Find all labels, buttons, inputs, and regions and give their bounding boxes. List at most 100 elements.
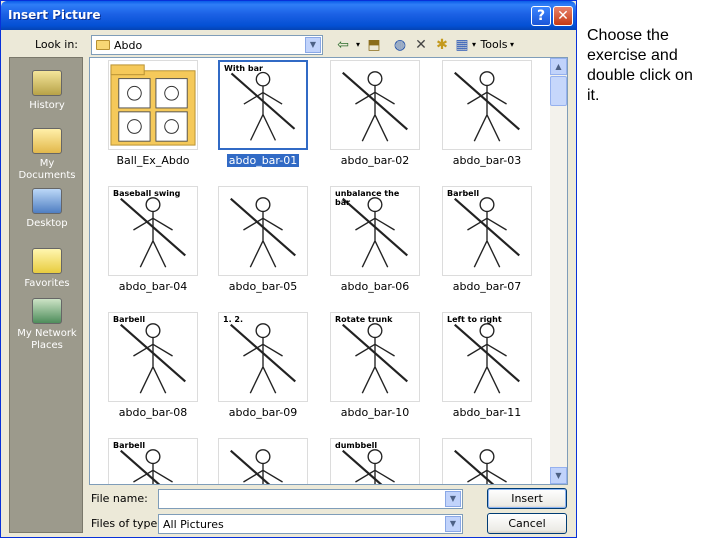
file-item[interactable]: Baseball swing abdo_bar-04 (98, 184, 198, 302)
file-item[interactable]: With bar abdo_bar-01 (208, 58, 308, 176)
help-button[interactable]: ? (531, 6, 551, 26)
file-name-field[interactable]: ▼ (158, 489, 463, 509)
tools-menu[interactable]: Tools (477, 35, 511, 55)
network-places-icon (32, 298, 62, 324)
thumbnail-caption: Rotate trunk (335, 315, 393, 324)
chevron-down-icon[interactable]: ▼ (445, 516, 461, 532)
place-my-documents[interactable]: My Documents (10, 128, 84, 182)
favorites-icon (32, 248, 62, 274)
chevron-down-icon[interactable]: ▼ (305, 37, 321, 53)
search-web-icon[interactable]: ◍ (389, 35, 411, 55)
image-thumbnail (218, 186, 308, 276)
chevron-down-icon[interactable]: ▼ (445, 491, 461, 507)
image-thumbnail: Barbell (442, 186, 532, 276)
image-thumbnail: Left to right (442, 312, 532, 402)
file-label: abdo_bar-04 (118, 280, 188, 293)
file-label: abdo_bar-02 (340, 154, 410, 167)
thumbnail-caption: unbalance the bar (335, 189, 400, 207)
thumbnail-caption: dumbbell (335, 441, 378, 450)
insert-picture-dialog: Insert Picture ? ✕ Look in: Abdo ▼ ⇦ ▾ ⬒… (0, 0, 577, 538)
file-label: abdo_bar-03 (452, 154, 522, 167)
thumbnail-caption: With bar (224, 64, 263, 73)
file-label: abdo_bar-10 (340, 406, 410, 419)
image-thumbnail (442, 438, 532, 484)
insert-button[interactable]: Insert (487, 488, 567, 509)
thumbnail-caption: 1. 2. (223, 315, 243, 324)
file-item[interactable]: abdo_bar-05 (208, 184, 308, 302)
back-arrow-icon[interactable]: ⇦ (331, 35, 355, 55)
file-item[interactable]: Rotate trunk abdo_bar-10 (320, 310, 420, 428)
my-documents-icon (32, 128, 62, 154)
thumbnail-caption: Barbell (113, 441, 146, 450)
file-name-label: File name: (91, 492, 148, 505)
close-button[interactable]: ✕ (553, 6, 573, 26)
file-label: abdo_bar-11 (452, 406, 522, 419)
scroll-down-icon[interactable]: ▼ (550, 467, 567, 484)
title-bar[interactable]: Insert Picture ? ✕ (1, 1, 576, 30)
cancel-button[interactable]: Cancel (487, 513, 567, 534)
image-thumbnail (218, 438, 308, 484)
look-in-value: Abdo (114, 39, 143, 52)
file-label: abdo_bar-09 (228, 406, 298, 419)
place-label: Desktop (26, 218, 68, 229)
up-folder-icon[interactable]: ⬒ (363, 35, 385, 55)
delete-icon[interactable]: ✕ (411, 35, 431, 55)
history-icon (32, 70, 62, 96)
folder-icon (96, 40, 110, 50)
file-item[interactable]: abdo_bar-02 (320, 58, 420, 176)
image-thumbnail: Barbell (108, 438, 198, 484)
place-label: History (29, 100, 65, 111)
file-item[interactable] (432, 436, 532, 484)
file-item[interactable]: unbalance the bar abdo_bar-06 (320, 184, 420, 302)
file-item[interactable]: Left to right abdo_bar-11 (432, 310, 532, 428)
place-favorites[interactable]: Favorites (10, 248, 84, 290)
file-item[interactable]: 1. 2. abdo_bar-09 (208, 310, 308, 428)
image-thumbnail: Baseball swing (108, 186, 198, 276)
image-thumbnail: dumbbell (330, 438, 420, 484)
scroll-thumb[interactable] (550, 76, 567, 106)
places-bar: History My Documents Desktop Favorites M… (9, 57, 83, 533)
new-folder-icon[interactable]: ✱ (431, 35, 453, 55)
place-history[interactable]: History (10, 70, 84, 112)
folder-icon (108, 60, 198, 150)
file-label: abdo_bar-07 (452, 280, 522, 293)
desktop-icon (32, 188, 62, 214)
file-item[interactable]: Barbell abdo_bar-08 (98, 310, 198, 428)
dialog-title: Insert Picture (8, 8, 101, 22)
image-thumbnail (330, 60, 420, 150)
file-item[interactable]: dumbbell (320, 436, 420, 484)
file-item[interactable]: abdo_bar-03 (432, 58, 532, 176)
file-label: Ball_Ex_Abdo (116, 154, 190, 167)
file-label: abdo_bar-08 (118, 406, 188, 419)
file-type-value: All Pictures (163, 518, 224, 531)
thumbnail-caption: Baseball swing (113, 189, 181, 198)
image-thumbnail: Rotate trunk (330, 312, 420, 402)
file-list[interactable]: Ball_Ex_Abdo With bar abdo_bar-01 abdo_bar-… (89, 57, 568, 485)
folder-item[interactable]: Ball_Ex_Abdo (98, 58, 198, 176)
vertical-scrollbar[interactable]: ▲ ▼ (550, 58, 567, 484)
file-label: abdo_bar-01 (226, 154, 300, 167)
image-thumbnail: Barbell (108, 312, 198, 402)
image-thumbnail (442, 60, 532, 150)
file-item[interactable] (208, 436, 308, 484)
place-label: My Documents (18, 158, 76, 181)
image-thumbnail: With bar (218, 60, 308, 150)
place-desktop[interactable]: Desktop (10, 188, 84, 230)
place-label: My Network Places (17, 328, 77, 351)
file-type-label: Files of type: (91, 517, 162, 530)
thumbnail-caption: Barbell (113, 315, 146, 324)
file-type-dropdown[interactable]: All Pictures ▼ (158, 514, 463, 534)
tools-dropdown-chevron-icon[interactable]: ▾ (507, 35, 517, 55)
scroll-up-icon[interactable]: ▲ (550, 58, 567, 75)
thumbnail-caption: Barbell (447, 189, 480, 198)
file-item[interactable]: Barbell abdo_bar-07 (432, 184, 532, 302)
file-label: abdo_bar-05 (228, 280, 298, 293)
image-thumbnail: unbalance the bar (330, 186, 420, 276)
file-item[interactable]: Barbell (98, 436, 198, 484)
look-in-label: Look in: (35, 38, 78, 51)
back-dropdown-chevron-icon[interactable]: ▾ (353, 35, 363, 55)
instruction-text: Choose the exercise and double click on … (587, 27, 693, 104)
place-network[interactable]: My Network Places (10, 298, 84, 352)
place-label: Favorites (24, 278, 70, 289)
look-in-dropdown[interactable]: Abdo ▼ (91, 35, 323, 55)
